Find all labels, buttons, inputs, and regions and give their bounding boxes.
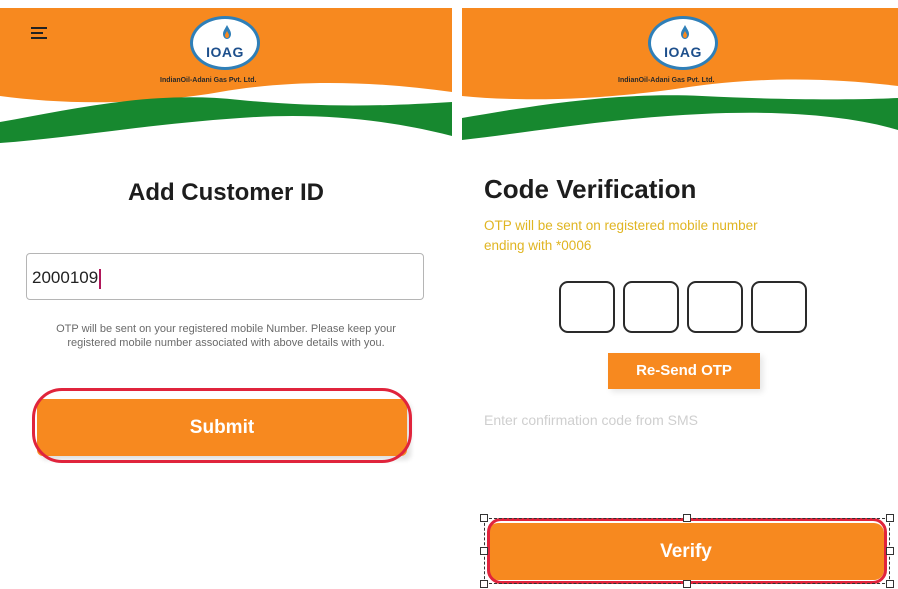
resend-otp-button[interactable]: Re-Send OTP: [608, 353, 760, 389]
resize-handle[interactable]: [480, 580, 488, 588]
company-name: IndianOil-Adani Gas Pvt. Ltd.: [618, 77, 715, 84]
submit-highlight-annotation: [32, 388, 412, 463]
text-caret: [99, 268, 102, 289]
otp-digit-input[interactable]: [559, 281, 615, 333]
hamburger-menu-icon[interactable]: [31, 27, 47, 39]
otp-notice-line: OTP will be sent on registered mobile nu…: [484, 218, 758, 233]
resize-handle[interactable]: [683, 514, 691, 522]
customer-id-input[interactable]: 2000109: [26, 253, 424, 300]
confirmation-code-hint: Enter confirmation code from SMS: [484, 412, 698, 428]
otp-notice-line: ending with *0006: [484, 238, 592, 253]
ioag-logo: IOAG: [190, 16, 260, 70]
flame-icon: [681, 25, 689, 39]
company-name: IndianOil-Adani Gas Pvt. Ltd.: [160, 77, 257, 84]
app-header: IOAG IndianOil-Adani Gas Pvt. Ltd.: [462, 0, 898, 150]
otp-digit-input[interactable]: [623, 281, 679, 333]
resize-handle[interactable]: [886, 514, 894, 522]
resize-handle[interactable]: [480, 547, 488, 555]
resize-handle[interactable]: [683, 580, 691, 588]
customer-id-value: 2000109: [32, 268, 99, 287]
otp-digit-input[interactable]: [751, 281, 807, 333]
resize-handle[interactable]: [480, 514, 488, 522]
ioag-logo: IOAG: [648, 16, 718, 70]
resize-handle[interactable]: [886, 547, 894, 555]
add-customer-id-screen: IOAG IndianOil-Adani Gas Pvt. Ltd. Add C…: [0, 0, 452, 589]
otp-notice: OTP will be sent on registered mobile nu…: [484, 216, 758, 256]
resize-handle[interactable]: [886, 580, 894, 588]
code-verification-screen: IOAG IndianOil-Adani Gas Pvt. Ltd. Code …: [462, 0, 898, 589]
app-header: IOAG IndianOil-Adani Gas Pvt. Ltd.: [0, 0, 452, 150]
otp-digit-input[interactable]: [687, 281, 743, 333]
otp-input-group: [559, 281, 809, 333]
selection-frame: [484, 518, 890, 584]
page-title: Code Verification: [484, 174, 697, 204]
logo-text: IOAG: [664, 44, 702, 60]
page-title: Add Customer ID: [127, 179, 324, 206]
flame-icon: [223, 25, 231, 39]
otp-info-note: OTP will be sent on your registered mobi…: [56, 323, 396, 349]
logo-text: IOAG: [206, 44, 244, 60]
